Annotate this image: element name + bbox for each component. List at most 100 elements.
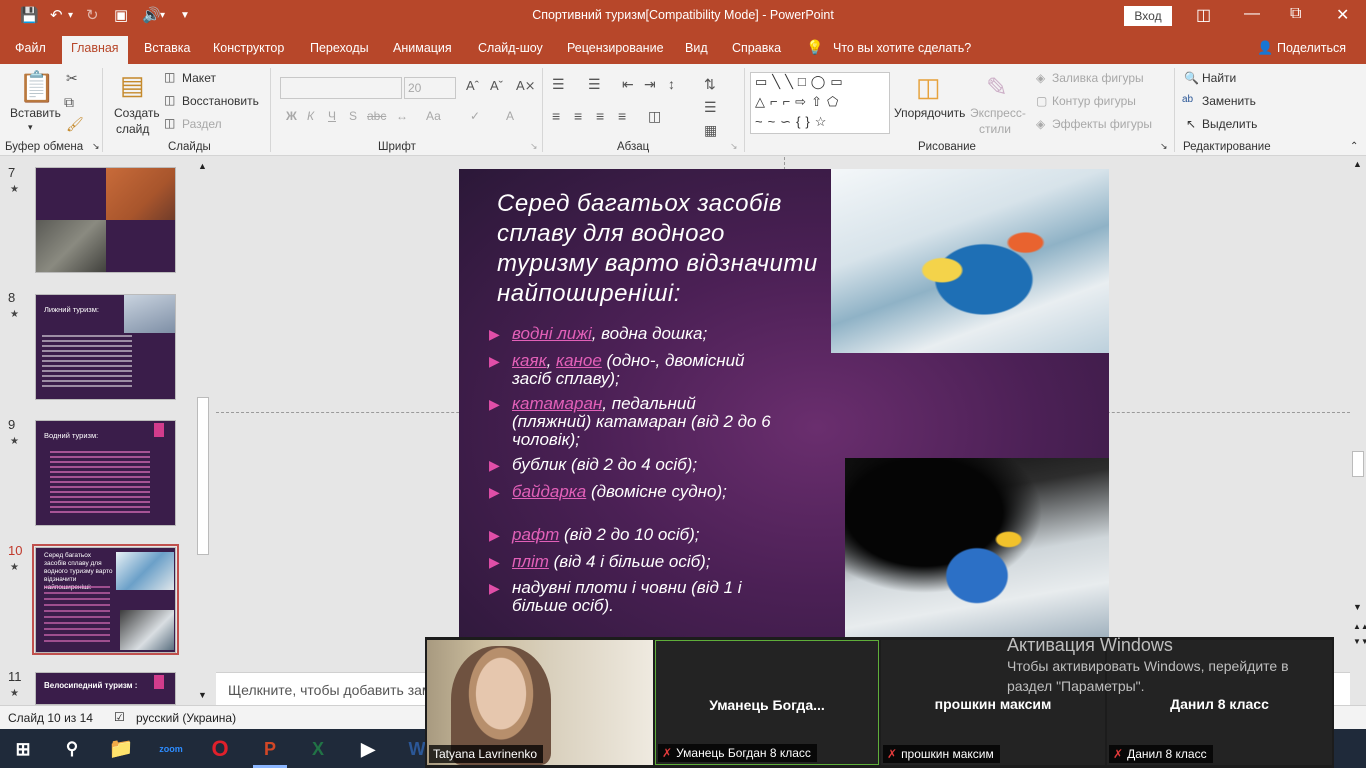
powerpoint-icon[interactable]: P [253, 732, 287, 766]
new-slide-label-2[interactable]: слайд [116, 122, 149, 136]
cut-icon[interactable]: ✂ [66, 70, 78, 87]
change-case-button[interactable]: Аа [426, 109, 441, 123]
font-color-icon[interactable]: A [506, 109, 514, 123]
find-icon[interactable]: 🔍 [1184, 71, 1199, 85]
thumbnail-slide-11[interactable]: Велосипедний туризм : [35, 672, 176, 705]
font-size-combo[interactable]: 20 [404, 77, 456, 99]
restore-icon[interactable]: ⧉ [1290, 5, 1301, 23]
arrange-button[interactable]: Упорядочить [894, 106, 965, 120]
minimize-icon[interactable]: — [1244, 5, 1260, 23]
opera-icon[interactable]: O [203, 732, 237, 766]
scroll-thumb[interactable] [1352, 451, 1364, 477]
bullet-link[interactable]: байдарка [512, 482, 586, 501]
underline-button[interactable]: Ч [328, 109, 336, 123]
spellcheck-icon[interactable]: ☑ [114, 710, 125, 724]
ribbon-display-options-icon[interactable]: ◫ [1196, 5, 1211, 25]
columns-icon[interactable]: ◫ [648, 108, 661, 125]
slide-scrollbar[interactable]: ▲ ▼ ▲▲ ▼▼ [1350, 157, 1366, 672]
shapes-row-2[interactable]: △⌐⌐⇨⇧⬠ [755, 94, 843, 110]
bullet-link[interactable]: водні лижі [512, 324, 592, 343]
layout-button[interactable]: Макет [182, 71, 216, 85]
excel-icon[interactable]: X [301, 732, 335, 766]
shape-fill-button[interactable]: Заливка фигуры [1052, 71, 1144, 85]
tab-transitions[interactable]: Переходы [310, 41, 369, 55]
replace-icon[interactable]: ab [1182, 94, 1193, 105]
self-video-tile[interactable]: Tatyana Lavrinenko [427, 640, 653, 765]
file-explorer-icon[interactable]: 📁 [104, 732, 138, 766]
arrange-icon[interactable]: ◫ [916, 72, 941, 103]
select-icon[interactable]: ↖ [1186, 117, 1196, 131]
previous-slide-icon[interactable]: ▲▲ [1353, 622, 1366, 631]
align-left-icon[interactable]: ≡ [552, 108, 560, 124]
shapes-row-1[interactable]: ▭╲╲□◯▭ [755, 74, 848, 90]
paste-dropdown-icon[interactable]: ▾ [28, 122, 33, 133]
thumbnail-slide-7[interactable] [35, 167, 176, 273]
quick-styles-label-1[interactable]: Экспресс- [970, 106, 1026, 120]
media-player-icon[interactable]: ▶ [351, 732, 385, 766]
reset-button[interactable]: Восстановить [182, 94, 259, 108]
bullet-link[interactable]: пліт [512, 552, 549, 571]
quick-styles-label-2[interactable]: стили [979, 122, 1011, 136]
align-text-icon[interactable]: ☰ [704, 99, 717, 116]
new-slide-label-1[interactable]: Создать [114, 106, 160, 120]
thumbnail-slide-10[interactable]: Серед багатьох засобів сплаву для водног… [35, 547, 176, 653]
shape-fill-icon[interactable]: ◈ [1036, 71, 1045, 85]
bullet-link[interactable]: катамаран [512, 394, 602, 413]
share-button[interactable]: Поделиться [1277, 41, 1346, 55]
shape-outline-button[interactable]: Контур фигуры [1052, 94, 1136, 108]
audio-dropdown-icon[interactable]: ▾ [160, 6, 165, 26]
section-button[interactable]: Раздел [182, 117, 222, 131]
bullets-icon[interactable]: ☰ [552, 76, 565, 93]
scroll-up-icon[interactable]: ▲ [1353, 159, 1362, 169]
paragraph-launcher-icon[interactable]: ↘ [730, 141, 738, 152]
close-icon[interactable]: ✕ [1336, 5, 1349, 25]
windows-start-icon[interactable]: ⊞ [6, 732, 40, 766]
tab-review[interactable]: Рецензирование [567, 41, 664, 55]
italic-button[interactable]: К [307, 109, 314, 123]
tab-animations[interactable]: Анимация [393, 41, 452, 55]
shrink-font-icon[interactable]: Aˇ [490, 78, 503, 93]
font-name-combo[interactable] [280, 77, 402, 99]
slide-title[interactable]: Серед багатьох засобів сплаву для водног… [497, 189, 827, 309]
decrease-indent-icon[interactable]: ⇤ [622, 76, 634, 93]
audio-icon[interactable]: 🔊 [142, 6, 161, 26]
tab-design[interactable]: Конструктор [213, 41, 284, 55]
clipboard-launcher-icon[interactable]: ↘ [92, 141, 100, 152]
language-indicator[interactable]: русский (Украина) [136, 711, 236, 725]
slideshow-from-start-icon[interactable]: ▣ [114, 6, 128, 26]
current-slide[interactable]: Серед багатьох засобів сплаву для водног… [459, 169, 1109, 639]
tab-file[interactable]: Файл [15, 41, 46, 55]
tell-me-search[interactable]: Что вы хотите сделать? [833, 41, 971, 55]
scroll-up-icon[interactable]: ▲ [198, 161, 207, 171]
numbering-icon[interactable]: ☰ [588, 76, 601, 93]
tab-home[interactable]: Главная [62, 36, 128, 64]
thumbnail-slide-9[interactable]: Водний туризм: [35, 420, 176, 526]
search-icon[interactable]: ⚲ [55, 732, 89, 766]
strikethrough-button[interactable]: abc [367, 109, 386, 123]
line-spacing-icon[interactable]: ↕ [668, 76, 675, 92]
align-center-icon[interactable]: ≡ [574, 108, 582, 124]
tab-slideshow[interactable]: Слайд-шоу [478, 41, 543, 55]
rafting-photo-top[interactable] [831, 169, 1109, 353]
shape-effects-icon[interactable]: ◈ [1036, 117, 1045, 131]
shapes-gallery[interactable]: ▭╲╲□◯▭ △⌐⌐⇨⇧⬠ ~~∽{}☆ [750, 72, 890, 134]
save-icon[interactable]: 💾 [20, 6, 39, 26]
char-spacing-icon[interactable]: ↔ [396, 109, 408, 123]
drawing-launcher-icon[interactable]: ↘ [1160, 141, 1168, 152]
new-slide-icon[interactable]: ▤ [120, 70, 145, 101]
paste-icon[interactable]: 📋 [18, 70, 55, 105]
scroll-down-icon[interactable]: ▼ [198, 690, 207, 700]
thumbnail-slide-8[interactable]: Лижний туризм: [35, 294, 176, 400]
reset-icon[interactable]: ◫ [164, 93, 175, 107]
undo-icon[interactable]: ↶ [50, 6, 63, 26]
customize-toolbar-icon[interactable]: ▼ [180, 6, 190, 26]
grow-font-icon[interactable]: Aˆ [466, 78, 479, 93]
format-painter-icon[interactable]: 🖌 [66, 116, 84, 133]
shadow-button[interactable]: S [349, 109, 357, 123]
scroll-thumb[interactable] [197, 397, 209, 555]
align-right-icon[interactable]: ≡ [596, 108, 604, 124]
bullet-link[interactable]: каное [556, 351, 602, 370]
tab-view[interactable]: Вид [685, 41, 708, 55]
highlight-icon[interactable]: ✓ [470, 109, 480, 123]
text-direction-icon[interactable]: ⇅ [704, 76, 716, 93]
